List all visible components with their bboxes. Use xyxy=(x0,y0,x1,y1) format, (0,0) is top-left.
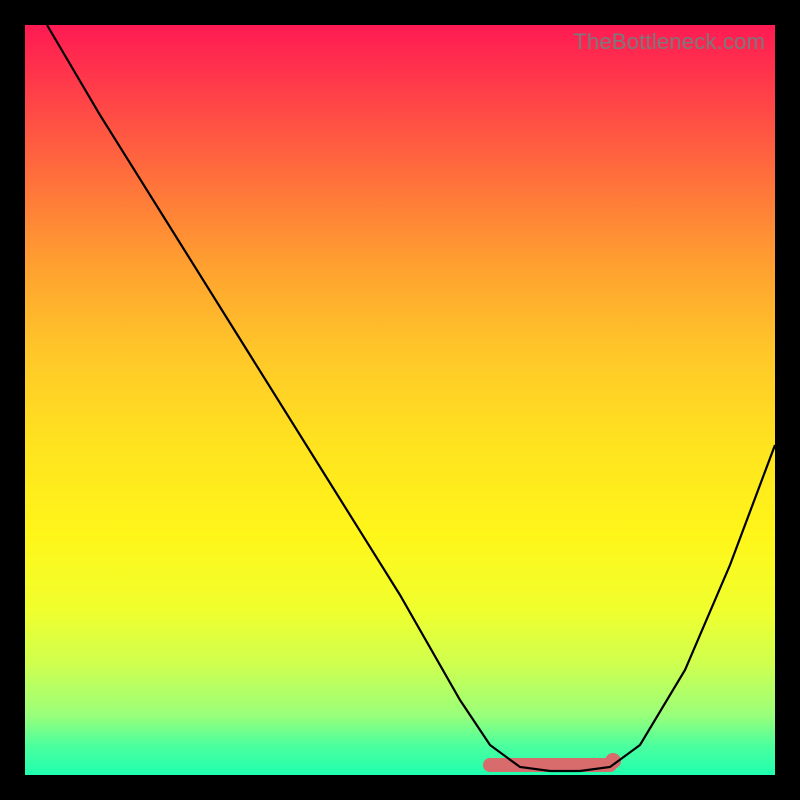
curve-svg xyxy=(25,25,775,775)
chart-container: TheBottleneck.com xyxy=(0,0,800,800)
plot-area: TheBottleneck.com xyxy=(25,25,775,775)
bottleneck-curve xyxy=(47,25,775,771)
